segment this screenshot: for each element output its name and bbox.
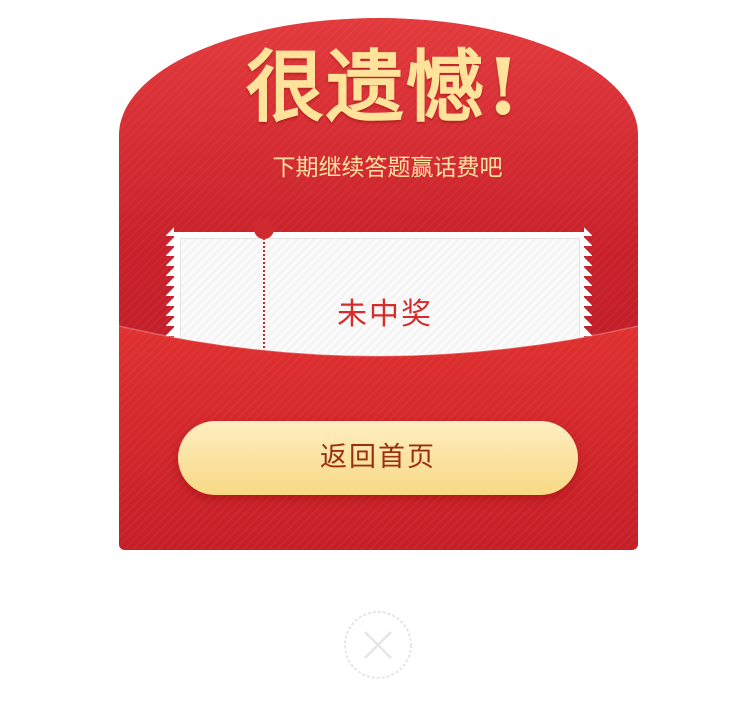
close-icon <box>344 611 412 679</box>
back-to-home-button[interactable]: 返回首页 <box>178 421 578 495</box>
close-button[interactable] <box>343 610 413 680</box>
result-subtitle: 下期继续答题赢话费吧 <box>272 155 503 181</box>
result-title: 很遗憾! <box>245 42 523 133</box>
ticket-punch-hole <box>254 219 274 239</box>
result-modal: 很遗憾! 下期继续答题赢话费吧 未中奖 返回首页 <box>0 0 750 711</box>
